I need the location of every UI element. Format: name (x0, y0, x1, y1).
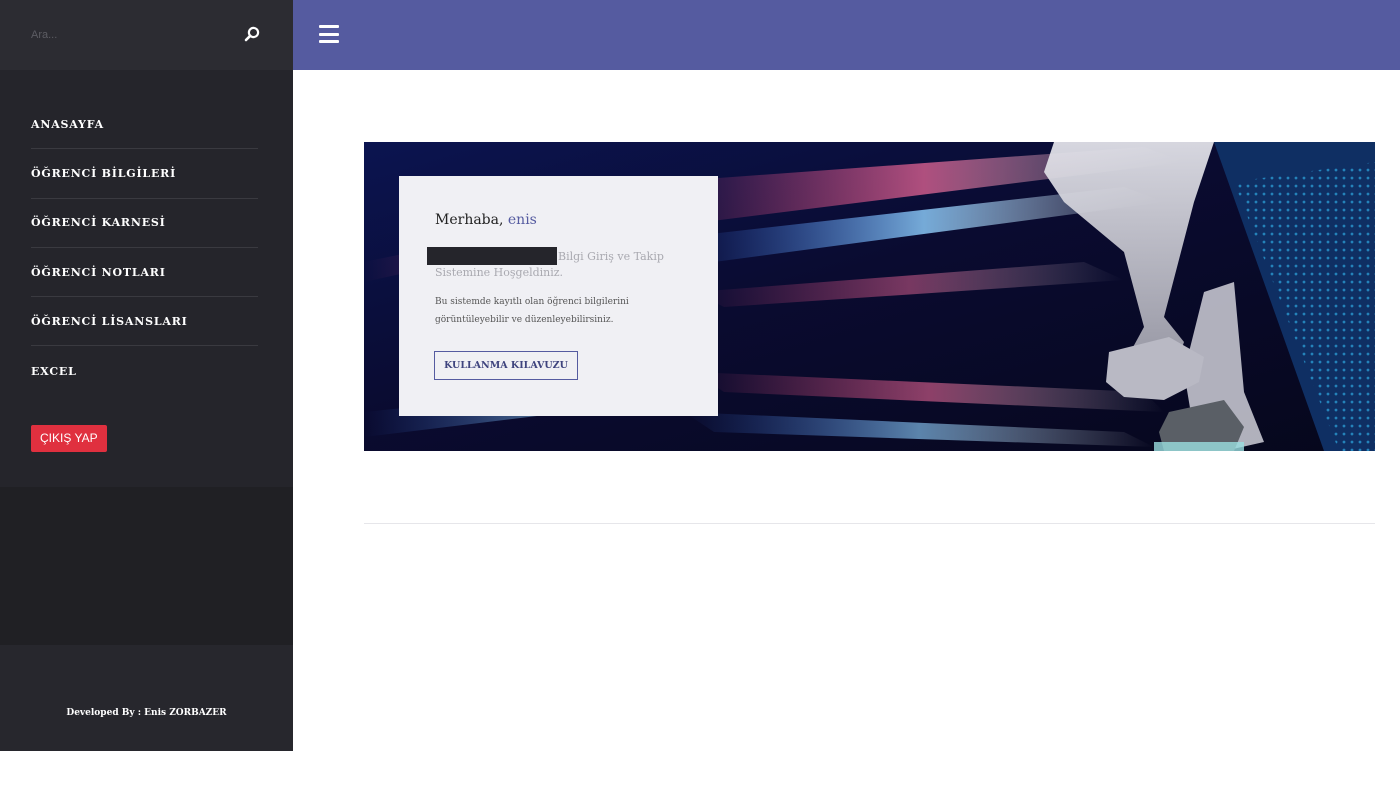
search-icon[interactable] (243, 25, 261, 43)
sidebar-item-label: ÖĞRENCİ BİLGİLERİ (31, 166, 177, 180)
description-line2: görüntüleyebilir ve düzenleyebilirsiniz. (435, 315, 614, 325)
sidebar-item-ogrenci-karnesi[interactable]: ÖĞRENCİ KARNESİ (31, 199, 258, 248)
sidebar-item-label: ÖĞRENCİ KARNESİ (31, 216, 166, 230)
hamburger-menu-icon[interactable] (319, 25, 339, 43)
welcome-message-line1: Bilgi Giriş ve Takip (558, 250, 664, 263)
sidebar-item-label: EXCEL (31, 364, 77, 378)
redacted-block (427, 247, 557, 265)
sidebar-footer: Developed By : Enis ZORBAZER (0, 645, 293, 751)
developer-credit: Developed By : Enis ZORBAZER (66, 708, 227, 718)
user-guide-button[interactable]: KULLANMA KILAVUZU (434, 351, 578, 380)
logout-button[interactable]: ÇIKIŞ YAP (31, 425, 107, 452)
sidebar-item-ogrenci-lisanslari[interactable]: ÖĞRENCİ LİSANSLARI (31, 297, 258, 347)
sidebar-spacer (0, 487, 293, 645)
greeting-heading: Merhaba, enis (435, 212, 537, 228)
sidebar-item-anasayfa[interactable]: ANASAYFA (31, 100, 258, 150)
sidebar-item-label: ANASAYFA (31, 117, 105, 131)
welcome-card: Merhaba, enis Bilgi Giriş ve Takip Siste… (399, 176, 718, 416)
greeting-text: Merhaba, (435, 212, 504, 228)
sidebar: ANASAYFA ÖĞRENCİ BİLGİLERİ ÖĞRENCİ KARNE… (0, 0, 293, 751)
sidebar-item-ogrenci-bilgileri[interactable]: ÖĞRENCİ BİLGİLERİ (31, 149, 258, 199)
description-line1: Bu sistemde kayıtlı olan öğrenci bilgile… (435, 297, 629, 307)
sidebar-nav: ANASAYFA ÖĞRENCİ BİLGİLERİ ÖĞRENCİ KARNE… (31, 100, 258, 396)
sidebar-item-excel[interactable]: EXCEL (31, 346, 258, 395)
sidebar-item-label: ÖĞRENCİ NOTLARI (31, 265, 166, 279)
search-bar (0, 0, 293, 70)
hero-banner: Merhaba, enis Bilgi Giriş ve Takip Siste… (364, 142, 1375, 451)
sidebar-item-label: ÖĞRENCİ LİSANSLARI (31, 314, 188, 328)
top-bar (293, 0, 1400, 70)
welcome-message-line2: Sistemine Hoşgeldiniz. (435, 266, 564, 279)
content-divider (364, 523, 1375, 524)
search-input[interactable] (20, 20, 230, 50)
user-name: enis (507, 212, 537, 228)
sidebar-item-ogrenci-notlari[interactable]: ÖĞRENCİ NOTLARI (31, 248, 258, 298)
